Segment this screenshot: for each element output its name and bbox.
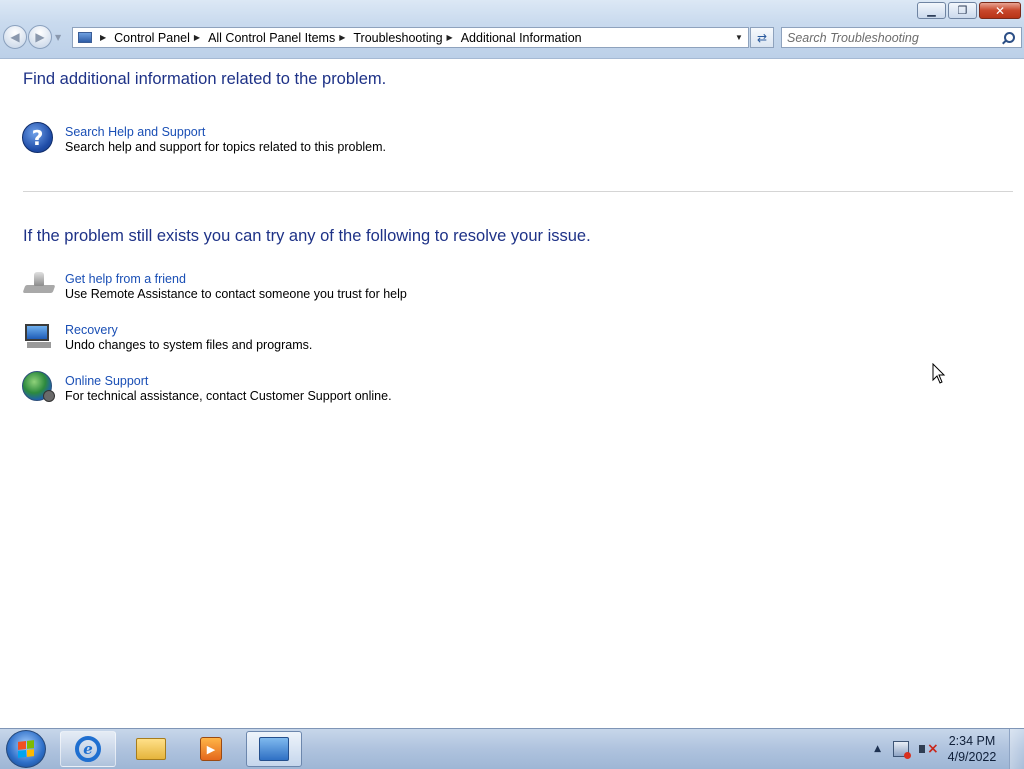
- close-button[interactable]: ✕: [979, 2, 1021, 19]
- breadcrumb-troubleshooting[interactable]: Troubleshooting: [353, 31, 442, 45]
- recovery-link[interactable]: Recovery: [65, 323, 312, 338]
- clock-date: 4/9/2022: [947, 750, 997, 764]
- folder-icon: [136, 738, 166, 760]
- address-bar[interactable]: ▶ Control Panel ▶ All Control Panel Item…: [72, 27, 749, 48]
- help-and-support-description: Search help and support for topics relat…: [65, 140, 387, 154]
- internet-explorer-icon: e: [75, 736, 101, 762]
- breadcrumb-additional-information[interactable]: Additional Information: [461, 31, 582, 45]
- refresh-icon: ⇄: [756, 30, 768, 45]
- forward-button[interactable]: ▶: [28, 25, 52, 49]
- control-panel-icon: [78, 32, 92, 43]
- taskbar-internet-explorer[interactable]: e: [60, 731, 116, 767]
- main-content: Find additional information related to t…: [0, 59, 1024, 727]
- online-support-link[interactable]: Online Support: [65, 374, 392, 389]
- taskbar-control-panel[interactable]: [246, 731, 302, 767]
- help-and-support-link[interactable]: Search Help and Support: [65, 125, 386, 140]
- minimize-button[interactable]: ▁: [917, 2, 946, 19]
- list-item-online-support[interactable]: Online Support For technical assistance,…: [22, 371, 392, 405]
- mouse-cursor-icon: [932, 363, 946, 384]
- search-icon[interactable]: [1001, 30, 1017, 46]
- list-item-recovery[interactable]: Recovery Undo changes to system files an…: [22, 320, 312, 354]
- recent-pages-dropdown-icon[interactable]: ▼: [55, 33, 61, 42]
- breadcrumb-arrow-icon[interactable]: ▶: [339, 33, 345, 42]
- navigation-buttons: ◀ ▶ ▼: [3, 25, 61, 49]
- back-arrow-icon: ◀: [10, 30, 20, 44]
- close-icon: ✕: [994, 3, 1006, 18]
- remote-assistance-icon: [22, 269, 56, 303]
- control-panel-icon: [259, 737, 289, 761]
- windows-logo-icon: [18, 740, 34, 758]
- online-support-description: For technical assistance, contact Custom…: [65, 389, 392, 403]
- breadcrumb-arrow-icon[interactable]: ▶: [194, 33, 200, 42]
- section-divider: [23, 191, 1013, 192]
- breadcrumb-all-items[interactable]: All Control Panel Items: [208, 31, 335, 45]
- window-controls: ▁ ❐ ✕: [917, 2, 1021, 19]
- online-support-icon: [22, 371, 56, 405]
- get-help-from-friend-description: Use Remote Assistance to contact someone…: [65, 287, 407, 301]
- show-desktop-button[interactable]: [1009, 729, 1024, 769]
- restore-button[interactable]: ❐: [948, 2, 977, 19]
- get-help-from-friend-link[interactable]: Get help from a friend: [65, 272, 407, 287]
- search-input[interactable]: [782, 29, 1001, 46]
- show-hidden-icons-icon[interactable]: ▲: [874, 744, 881, 754]
- media-player-icon: ▶: [200, 737, 222, 761]
- back-button[interactable]: ◀: [3, 25, 27, 49]
- network-icon[interactable]: [893, 741, 911, 759]
- volume-muted-icon[interactable]: [918, 741, 939, 757]
- start-button[interactable]: [6, 730, 46, 768]
- window-chrome: ▁ ❐ ✕ ◀ ▶ ▼ ▶ Control Panel ▶ All Contro…: [0, 0, 1024, 59]
- search-box: [781, 27, 1022, 48]
- clock-time: 2:34 PM: [948, 734, 996, 748]
- refresh-button[interactable]: ⇄: [750, 27, 774, 48]
- forward-arrow-icon: ▶: [35, 30, 45, 44]
- recovery-icon: [22, 320, 56, 354]
- section-heading-additional-info: Find additional information related to t…: [23, 70, 387, 88]
- taskbar-windows-explorer[interactable]: [123, 731, 179, 767]
- breadcrumb-root-arrow-icon[interactable]: ▶: [100, 33, 106, 42]
- restore-icon: ❐: [957, 4, 968, 17]
- address-dropdown-icon[interactable]: ▼: [730, 33, 748, 42]
- system-tray: ▲ 2:34 PM 4/9/2022: [874, 729, 1024, 769]
- minimize-icon: ▁: [927, 4, 936, 17]
- recovery-description: Undo changes to system files and program…: [65, 338, 313, 352]
- list-item-help-and-support[interactable]: ? Search Help and Support Search help an…: [22, 122, 386, 156]
- taskbar: e ▶ ▲ 2:34 PM 4/9/2022: [0, 728, 1024, 769]
- taskbar-media-player[interactable]: ▶: [183, 731, 239, 767]
- breadcrumb-arrow-icon[interactable]: ▶: [447, 33, 453, 42]
- list-item-get-help-from-friend[interactable]: Get help from a friend Use Remote Assist…: [22, 269, 407, 303]
- help-icon: ?: [22, 122, 56, 156]
- section-heading-resolve-issue: If the problem still exists you can try …: [23, 227, 591, 245]
- clock[interactable]: 2:34 PM 4/9/2022: [943, 733, 1001, 765]
- breadcrumb-control-panel[interactable]: Control Panel: [114, 31, 190, 45]
